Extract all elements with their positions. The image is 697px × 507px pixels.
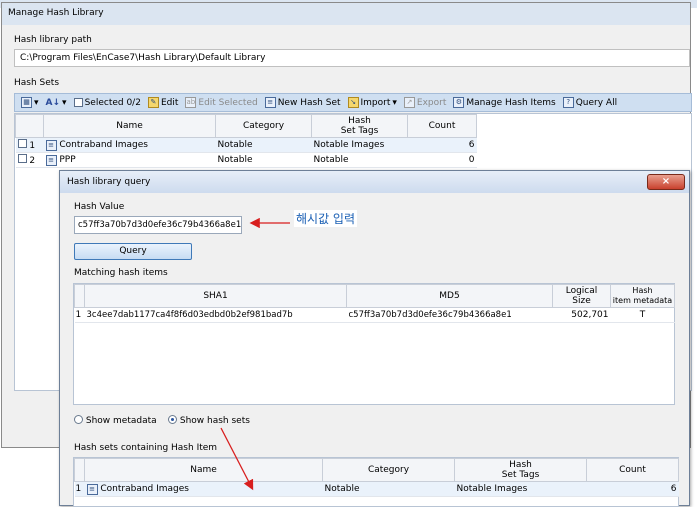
selected-toggle[interactable]: Selected 0/2: [72, 98, 143, 108]
hash-set-tags: Notable: [311, 152, 408, 168]
manage-hash-items-button[interactable]: ⚙ Manage Hash Items: [451, 97, 557, 108]
column-header-name[interactable]: Name: [43, 114, 216, 138]
export-label: Export: [416, 97, 447, 108]
dialog-title: Hash library query: [60, 171, 689, 193]
show-hash-sets-option[interactable]: Show hash sets: [168, 415, 250, 426]
import-folder-icon: ↘: [347, 97, 359, 108]
import-label: Import: [360, 97, 391, 108]
column-header-category[interactable]: Category: [322, 458, 455, 482]
edit-label: Edit: [160, 97, 179, 108]
containing-hash-sets-label: Hash sets containing Hash Item: [74, 443, 218, 453]
table-row[interactable]: 1 3c4ee7dab1177ca4f8f6d03edbd0b2ef981bad…: [74, 307, 675, 323]
row-number: 1: [74, 481, 85, 497]
row-checkbox[interactable]: [17, 154, 27, 163]
hash-set-count: 6: [407, 137, 477, 153]
annotation-text: 해시값 입력: [294, 210, 358, 227]
hash-set-icon: ≡: [86, 483, 98, 495]
hash-value-input[interactable]: c57ff3a70b7d3d0efe36c79b4366a8e1: [74, 216, 242, 234]
select-all-checkbox[interactable]: [73, 98, 83, 107]
window-title: Manage Hash Library: [2, 3, 690, 25]
import-button[interactable]: ↘ Import ▾: [346, 97, 399, 108]
query-button[interactable]: Query: [74, 243, 192, 260]
hash-set-icon: ≡: [45, 139, 57, 151]
row-number: 1: [29, 141, 36, 151]
item-metadata-value: T: [610, 307, 675, 323]
new-document-icon: ≡: [264, 97, 276, 108]
column-header-sha1[interactable]: SHA1: [84, 284, 347, 308]
sha1-value: 3c4ee7dab1177ca4f8f6d03edbd0b2ef981bad7b: [84, 307, 347, 323]
hash-set-name: Contraband Images: [59, 139, 148, 150]
md5-value: c57ff3a70b7d3d0efe36c79b4366a8e1: [346, 307, 553, 323]
column-header-name[interactable]: Name: [84, 458, 323, 482]
dropdown-arrow-icon: ▾: [34, 97, 39, 108]
table-row[interactable]: 2 ≡ PPP Notable Notable 0: [15, 152, 477, 168]
show-metadata-label: Show metadata: [85, 416, 157, 426]
hash-set-tags: Notable Images: [311, 137, 408, 153]
view-options-button[interactable]: ▦ ▾: [19, 97, 41, 108]
column-header-hash-set-tags[interactable]: Hash Set Tags: [454, 458, 587, 482]
row-number: 1: [74, 307, 85, 323]
dropdown-arrow-icon: ▾: [62, 97, 67, 108]
query-all-button[interactable]: ? Query All: [561, 97, 619, 108]
new-hash-set-label: New Hash Set: [277, 97, 341, 108]
logical-size-value: 502,701: [552, 307, 611, 323]
new-hash-set-button[interactable]: ≡ New Hash Set: [263, 97, 343, 108]
column-header-count[interactable]: Count: [586, 458, 679, 482]
query-all-label: Query All: [575, 97, 618, 108]
hash-set-category: Notable: [215, 137, 312, 153]
export-button[interactable]: ↗ Export: [402, 97, 448, 108]
dropdown-arrow-icon: ▾: [392, 97, 397, 108]
edit-selected-icon: ab: [185, 97, 197, 108]
column-header-hash-set-tags[interactable]: Hash Set Tags: [311, 114, 408, 138]
hash-set-count: 6: [586, 481, 679, 497]
column-header-md5[interactable]: MD5: [346, 284, 553, 308]
hash-set-category: Notable: [215, 152, 312, 168]
table-row[interactable]: 1 ≡ Contraband Images Notable Notable Im…: [74, 481, 679, 497]
show-metadata-option[interactable]: Show metadata: [74, 415, 157, 426]
hash-value-label: Hash Value: [74, 202, 125, 212]
sort-button[interactable]: A↓ ▾: [44, 98, 69, 108]
column-header-count[interactable]: Count: [407, 114, 477, 138]
hash-sets-label: Hash Sets: [14, 78, 60, 88]
row-checkbox[interactable]: [17, 139, 27, 148]
show-metadata-radio[interactable]: [74, 415, 83, 424]
column-header-item-metadata[interactable]: Hash item metadata: [610, 284, 675, 308]
sort-az-icon: A↓: [45, 97, 61, 108]
matching-items-table: SHA1 MD5 Logical Size Hash item metadata…: [73, 283, 675, 405]
column-header-index[interactable]: [74, 284, 85, 308]
hash-set-name: PPP: [59, 154, 76, 165]
matching-items-label: Matching hash items: [74, 268, 168, 278]
row-number: 2: [29, 156, 36, 166]
grid-view-icon: ▦: [21, 97, 32, 108]
column-header-logical-size[interactable]: Logical Size: [552, 284, 611, 308]
close-icon: ×: [661, 176, 671, 187]
column-header-index[interactable]: [74, 458, 85, 482]
selected-count-label: Selected 0/2: [84, 97, 141, 108]
hash-set-name: Contraband Images: [100, 483, 189, 494]
edit-selected-label: Edit Selected: [198, 97, 258, 108]
export-icon: ↗: [403, 97, 415, 108]
hash-sets-toolbar: ▦ ▾ A↓ ▾ Selected 0/2 ✎ Edit ab Edit Selecte…: [14, 93, 692, 112]
path-label: Hash library path: [14, 35, 92, 45]
show-hash-sets-label: Show hash sets: [179, 416, 250, 426]
hash-set-count: 0: [407, 152, 477, 168]
library-path-field[interactable]: C:\Program Files\EnCase7\Hash Library\De…: [14, 49, 690, 67]
edit-icon: ✎: [147, 97, 159, 108]
hash-set-tags: Notable Images: [454, 481, 587, 497]
hash-set-icon: ≡: [45, 154, 57, 166]
edit-button[interactable]: ✎ Edit: [146, 97, 180, 108]
table-row[interactable]: 1 ≡ Contraband Images Notable Notable Im…: [15, 137, 477, 153]
close-button[interactable]: ×: [647, 174, 685, 190]
column-header-select[interactable]: [15, 114, 44, 138]
hash-library-query-dialog: Hash library query × Hash Value c57ff3a7…: [59, 170, 690, 507]
query-icon: ?: [562, 97, 574, 108]
column-header-category[interactable]: Category: [215, 114, 312, 138]
hash-set-category: Notable: [322, 481, 455, 497]
show-hash-sets-radio[interactable]: [168, 415, 177, 424]
containing-hash-sets-table: Name Category Hash Set Tags Count 1 ≡ Co…: [73, 457, 679, 507]
manage-items-icon: ⚙: [453, 97, 465, 108]
manage-hash-items-label: Manage Hash Items: [466, 97, 556, 108]
edit-selected-button[interactable]: ab Edit Selected: [183, 97, 259, 108]
